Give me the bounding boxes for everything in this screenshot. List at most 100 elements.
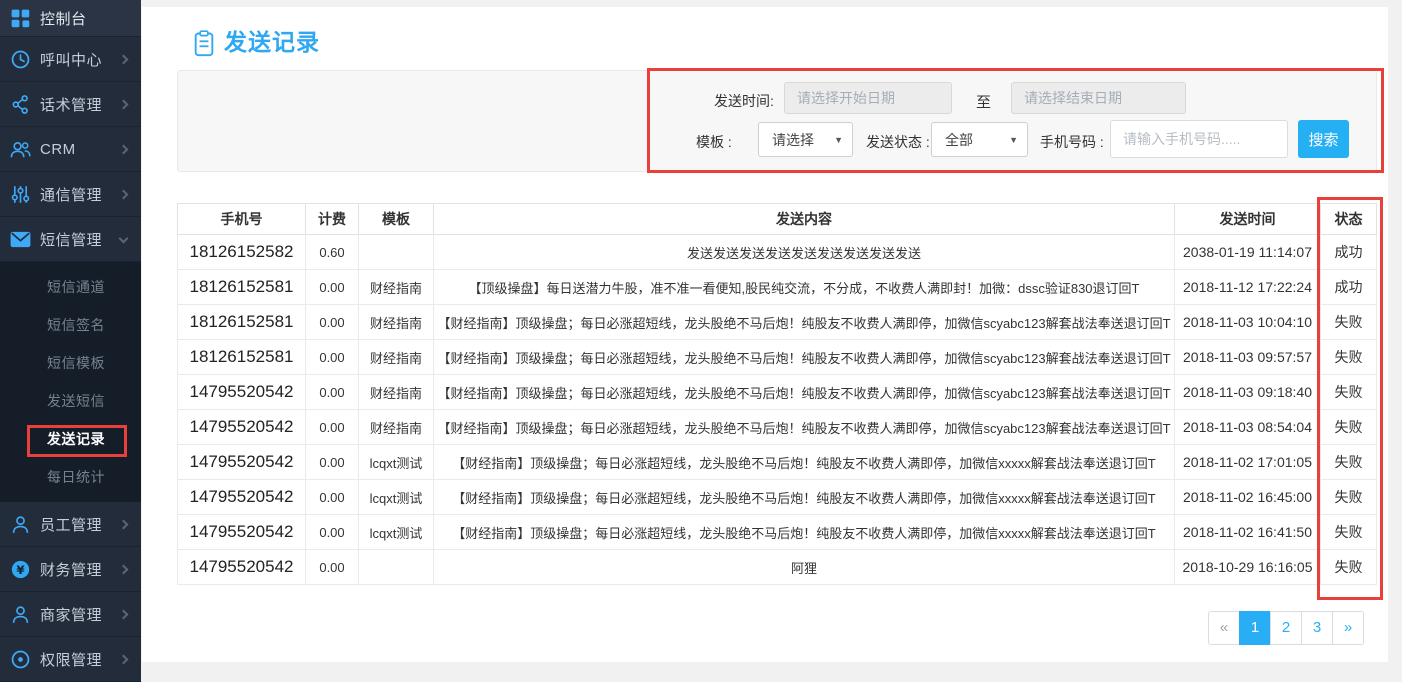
cell-send-time: 2018-11-02 16:45:00 bbox=[1175, 480, 1321, 515]
cell-content: 阿狸 bbox=[434, 550, 1175, 585]
cell-phone: 18126152581 bbox=[178, 305, 306, 340]
cell-phone: 14795520542 bbox=[178, 375, 306, 410]
sidebar-item-merchant-mgmt[interactable]: 商家管理 bbox=[0, 592, 141, 637]
cell-fee: 0.00 bbox=[306, 550, 359, 585]
cell-template bbox=[359, 235, 434, 270]
cell-status: 失败 bbox=[1321, 375, 1377, 410]
table-row: 181261525810.00财经指南【顶级操盘】每日送潜力牛股，准不准一看便知… bbox=[178, 270, 1377, 305]
sidebar-subitem-daily-stats[interactable]: 每日统计 bbox=[0, 458, 141, 496]
search-button[interactable]: 搜索 bbox=[1298, 120, 1349, 158]
sidebar-item-label: 通信管理 bbox=[40, 184, 102, 205]
sidebar-item-call-center[interactable]: 呼叫中心 bbox=[0, 37, 141, 82]
sidebar-item-permission-mgmt[interactable]: 权限管理 bbox=[0, 637, 141, 682]
table-row: 181261525820.60发送发送发送发送发送发送发送发送发送2038-01… bbox=[178, 235, 1377, 270]
sidebar-item-label: 控制台 bbox=[40, 8, 87, 29]
cell-status: 成功 bbox=[1321, 235, 1377, 270]
cell-send-time: 2038-01-19 11:14:07 bbox=[1175, 235, 1321, 270]
column-header: 模板 bbox=[359, 204, 434, 235]
cell-status: 成功 bbox=[1321, 270, 1377, 305]
sidebar-subitem-sms-template[interactable]: 短信模板 bbox=[0, 344, 141, 382]
column-header: 手机号 bbox=[178, 204, 306, 235]
cell-content: 【财经指南】顶级操盘；每日必涨超短线，龙头股绝不马后炮！纯股友不收费人满即停，加… bbox=[434, 305, 1175, 340]
cell-template: 财经指南 bbox=[359, 270, 434, 305]
cell-send-time: 2018-11-03 09:18:40 bbox=[1175, 375, 1321, 410]
page-prev-button[interactable]: « bbox=[1208, 611, 1240, 645]
chevron-right-icon bbox=[119, 609, 129, 619]
start-date-input[interactable] bbox=[784, 82, 952, 114]
cell-fee: 0.00 bbox=[306, 305, 359, 340]
sidebar: 控制台呼叫中心话术管理 CRM 通信管理短信管理短信通道短信签名短信模板发送短信发送… bbox=[0, 0, 141, 662]
phone-label: 手机号码 : bbox=[1040, 132, 1104, 152]
end-date-input[interactable] bbox=[1011, 82, 1186, 114]
template-label: 模板 : bbox=[696, 132, 732, 152]
sidebar-subitem-send-sms[interactable]: 发送短信 bbox=[0, 382, 141, 420]
table-row: 147955205420.00lcqxt测试【财经指南】顶级操盘；每日必涨超短线… bbox=[178, 515, 1377, 550]
sidebar-item-crm[interactable]: CRM bbox=[0, 127, 141, 172]
chevron-right-icon bbox=[119, 189, 129, 199]
phone-input[interactable] bbox=[1110, 120, 1288, 158]
grid-icon bbox=[8, 9, 32, 28]
sidebar-subitem-sms-signature[interactable]: 短信签名 bbox=[0, 306, 141, 344]
clock-icon bbox=[8, 50, 32, 69]
person-icon bbox=[8, 515, 32, 534]
cell-status: 失败 bbox=[1321, 410, 1377, 445]
cell-template: lcqxt测试 bbox=[359, 445, 434, 480]
mail-icon bbox=[8, 231, 32, 248]
cell-send-time: 2018-10-29 16:16:05 bbox=[1175, 550, 1321, 585]
cell-template: 财经指南 bbox=[359, 305, 434, 340]
table-header: 手机号计费模板发送内容发送时间状态 bbox=[178, 204, 1377, 235]
cell-send-time: 2018-11-12 17:22:24 bbox=[1175, 270, 1321, 305]
pagination: «123» bbox=[1208, 611, 1364, 645]
template-select[interactable]: 请选择 ▼ bbox=[758, 122, 853, 157]
sidebar-submenu-sms-mgmt: 短信通道短信签名短信模板发送短信发送记录每日统计 bbox=[0, 262, 141, 502]
sidebar-item-label: 短信管理 bbox=[40, 229, 102, 250]
cell-fee: 0.00 bbox=[306, 270, 359, 305]
cell-fee: 0.00 bbox=[306, 515, 359, 550]
page-2-button[interactable]: 2 bbox=[1270, 611, 1302, 645]
status-select[interactable]: 全部 ▼ bbox=[931, 122, 1028, 157]
chevron-right-icon bbox=[119, 54, 129, 64]
cell-fee: 0.00 bbox=[306, 480, 359, 515]
table-row: 147955205420.00lcqxt测试【财经指南】顶级操盘；每日必涨超短线… bbox=[178, 445, 1377, 480]
page-next-button[interactable]: » bbox=[1332, 611, 1364, 645]
select-arrow-icon: ▼ bbox=[834, 135, 843, 145]
page-title: 发送记录 bbox=[224, 23, 320, 57]
cell-template bbox=[359, 550, 434, 585]
send-status-label: 发送状态 : bbox=[866, 132, 930, 152]
cell-content: 【财经指南】顶级操盘；每日必涨超短线，龙头股绝不马后炮！纯股友不收费人满即停，加… bbox=[434, 445, 1175, 480]
sidebar-subitem-sms-channel[interactable]: 短信通道 bbox=[0, 268, 141, 306]
chevron-down-icon bbox=[119, 234, 129, 244]
table-row: 147955205420.00阿狸2018-10-29 16:16:05失败 bbox=[178, 550, 1377, 585]
sidebar-item-staff-mgmt[interactable]: 员工管理 bbox=[0, 502, 141, 547]
sidebar-item-finance-mgmt[interactable]: ¥财务管理 bbox=[0, 547, 141, 592]
sliders-icon bbox=[8, 185, 32, 204]
chevron-right-icon bbox=[119, 519, 129, 529]
cell-phone: 14795520542 bbox=[178, 410, 306, 445]
send-time-label: 发送时间: bbox=[714, 91, 774, 111]
sidebar-subitem-send-records[interactable]: 发送记录 bbox=[0, 420, 141, 458]
cell-status: 失败 bbox=[1321, 480, 1377, 515]
cell-status: 失败 bbox=[1321, 305, 1377, 340]
page-1-button[interactable]: 1 bbox=[1239, 611, 1271, 645]
column-header: 发送时间 bbox=[1175, 204, 1321, 235]
cell-fee: 0.00 bbox=[306, 445, 359, 480]
sidebar-item-comm-mgmt[interactable]: 通信管理 bbox=[0, 172, 141, 217]
sidebar-item-console[interactable]: 控制台 bbox=[0, 0, 141, 37]
chevron-right-icon bbox=[119, 654, 129, 664]
clipboard-icon bbox=[194, 30, 214, 57]
sidebar-item-script-mgmt[interactable]: 话术管理 bbox=[0, 82, 141, 127]
cell-phone: 18126152582 bbox=[178, 235, 306, 270]
cell-status: 失败 bbox=[1321, 515, 1377, 550]
cell-content: 【顶级操盘】每日送潜力牛股，准不准一看便知,股民纯交流，不分成，不收费人满即封！… bbox=[434, 270, 1175, 305]
page-3-button[interactable]: 3 bbox=[1301, 611, 1333, 645]
cell-phone: 14795520542 bbox=[178, 550, 306, 585]
sidebar-item-label: 财务管理 bbox=[40, 559, 102, 580]
people-icon bbox=[8, 140, 32, 159]
cell-template: lcqxt测试 bbox=[359, 515, 434, 550]
sidebar-item-sms-mgmt[interactable]: 短信管理 bbox=[0, 217, 141, 262]
cell-content: 【财经指南】顶级操盘；每日必涨超短线，龙头股绝不马后炮！纯股友不收费人满即停，加… bbox=[434, 515, 1175, 550]
sidebar-item-label: 话术管理 bbox=[40, 94, 102, 115]
cell-fee: 0.00 bbox=[306, 340, 359, 375]
column-header: 发送内容 bbox=[434, 204, 1175, 235]
filter-panel: 发送时间: 至 模板 : 请选择 ▼ 发送状态 : 全部 ▼ 手机号码 : 搜索 bbox=[177, 70, 1377, 172]
